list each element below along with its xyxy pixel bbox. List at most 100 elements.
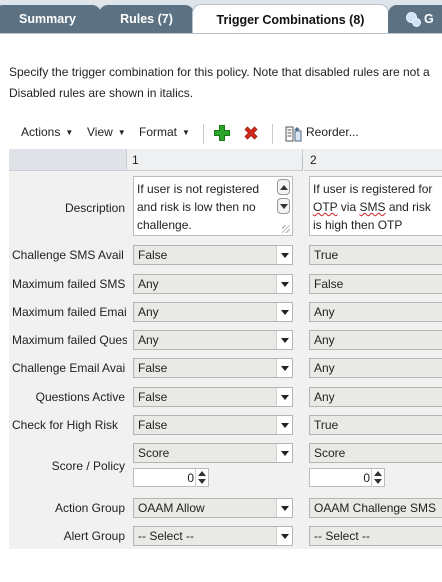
reorder-button[interactable]: Reorder... xyxy=(306,125,359,139)
description-field-2[interactable]: If user is registered for OTP via SMS an… xyxy=(309,176,442,236)
alert-group-select-1[interactable]: -- Select -- xyxy=(133,526,293,546)
action-group-select-1[interactable]: OAAM Allow xyxy=(133,498,293,518)
select-value: Any xyxy=(314,333,335,347)
questions-active-select-2[interactable]: Any xyxy=(309,387,442,407)
spinner-up-icon[interactable] xyxy=(198,471,206,476)
score-policy-select-1[interactable]: Score xyxy=(133,443,293,463)
description-field-1[interactable]: If user is not registered and risk is lo… xyxy=(133,176,293,236)
view-menu[interactable]: View ▼ xyxy=(87,125,126,139)
challenge-email-select-2[interactable]: Any xyxy=(309,358,442,378)
format-menu-label: Format xyxy=(139,125,178,139)
column-header-2-label: 2 xyxy=(310,153,317,167)
row-label-score-policy: Score / Policy xyxy=(51,459,125,473)
alert-group-select-2[interactable]: -- Select -- xyxy=(309,526,442,546)
select-value: Score xyxy=(314,446,346,460)
score-value: 0 xyxy=(363,471,370,485)
score-policy-select-2[interactable]: Score xyxy=(309,443,442,463)
description-scrollbar[interactable] xyxy=(277,179,291,217)
score-input-1[interactable]: 0 xyxy=(133,468,209,487)
chevron-down-icon: ▼ xyxy=(117,127,126,137)
tab-groups-label: G xyxy=(424,12,434,26)
max-failed-email-select-1[interactable]: Any xyxy=(133,302,293,322)
max-failed-questions-select-2[interactable]: Any xyxy=(309,330,442,350)
select-value: False xyxy=(314,277,344,291)
delete-icon[interactable] xyxy=(242,124,260,142)
spinner-buttons[interactable] xyxy=(195,469,208,486)
action-group-select-2[interactable]: OAAM Challenge SMS xyxy=(309,498,442,518)
spinner-down-icon[interactable] xyxy=(198,479,206,484)
challenge-email-select-1[interactable]: False xyxy=(133,358,293,378)
select-value: Any xyxy=(314,361,335,375)
row-label-max-failed-sms: Maximum failed SMS xyxy=(12,277,126,291)
group-icon xyxy=(406,12,421,27)
chevron-down-icon xyxy=(276,359,292,377)
questions-active-select-1[interactable]: False xyxy=(133,387,293,407)
chevron-down-icon xyxy=(276,246,292,264)
tab-groups[interactable]: G xyxy=(388,5,442,33)
select-value: True xyxy=(314,418,339,432)
select-value: Any xyxy=(138,333,159,347)
row-header-corner xyxy=(9,149,127,171)
toolbar-divider xyxy=(203,124,204,144)
chevron-down-icon xyxy=(276,416,292,434)
select-value: False xyxy=(138,248,168,262)
chevron-down-icon xyxy=(276,527,292,545)
select-value: OAAM Challenge SMS xyxy=(314,501,437,515)
chevron-down-icon xyxy=(276,444,292,462)
tab-summary[interactable]: Summary xyxy=(0,5,101,33)
scroll-up-icon[interactable] xyxy=(277,179,290,195)
select-value: Any xyxy=(314,390,335,404)
row-label-max-failed-questions: Maximum failed Ques xyxy=(12,333,127,347)
row-label-challenge-email: Challenge Email Avai xyxy=(12,361,126,375)
tab-summary-label: Summary xyxy=(19,12,76,26)
add-icon[interactable] xyxy=(213,124,231,142)
column-header-1[interactable]: 1 xyxy=(127,149,303,171)
challenge-sms-select-1[interactable]: False xyxy=(133,245,293,265)
spinner-down-icon[interactable] xyxy=(374,479,382,484)
chevron-down-icon xyxy=(276,303,292,321)
format-menu[interactable]: Format ▼ xyxy=(139,125,190,139)
max-failed-email-select-2[interactable]: Any xyxy=(309,302,442,322)
chevron-down-icon xyxy=(276,275,292,293)
row-label-challenge-sms: Challenge SMS Avail xyxy=(12,248,124,262)
resize-grip-icon[interactable] xyxy=(282,225,290,233)
tab-bar: Summary Rules (7) Trigger Combinations (… xyxy=(0,0,442,34)
scroll-down-icon[interactable] xyxy=(277,198,290,214)
score-input-2[interactable]: 0 xyxy=(309,468,385,487)
footer-area xyxy=(0,549,442,582)
challenge-sms-select-2[interactable]: True xyxy=(309,245,442,265)
tab-rules[interactable]: Rules (7) xyxy=(99,5,194,33)
max-failed-sms-select-2[interactable]: False xyxy=(309,274,442,294)
spinner-buttons[interactable] xyxy=(371,469,384,486)
max-failed-questions-select-1[interactable]: Any xyxy=(133,330,293,350)
chevron-down-icon: ▼ xyxy=(182,127,190,137)
trigger-combinations-table: 1 2 Description If user is not registere… xyxy=(9,149,442,549)
content-top-border xyxy=(0,33,442,39)
column-header-2[interactable]: 2 xyxy=(304,149,442,171)
select-value: Any xyxy=(138,305,159,319)
description-2-line: If user is registered for xyxy=(313,182,433,196)
check-high-risk-select-1[interactable]: False xyxy=(133,415,293,435)
chevron-down-icon xyxy=(276,388,292,406)
row-label-alert-group: Alert Group xyxy=(63,529,125,543)
row-label-check-high-risk: Check for High Risk xyxy=(12,418,119,432)
max-failed-sms-select-1[interactable]: Any xyxy=(133,274,293,294)
spinner-up-icon[interactable] xyxy=(374,471,382,476)
view-menu-label: View xyxy=(87,125,113,139)
row-label-description: Description xyxy=(64,201,125,215)
chevron-down-icon xyxy=(276,331,292,349)
actions-menu[interactable]: Actions ▼ xyxy=(21,125,73,139)
check-high-risk-select-2[interactable]: True xyxy=(309,415,442,435)
select-value: -- Select -- xyxy=(138,529,195,543)
tab-trigger-label: Trigger Combinations (8) xyxy=(216,12,365,27)
toolbar-divider xyxy=(272,124,273,144)
select-value: False xyxy=(138,418,168,432)
reorder-icon[interactable] xyxy=(285,125,303,143)
instructions-line-1: Specify the trigger combination for this… xyxy=(9,65,430,79)
tab-trigger-combinations[interactable]: Trigger Combinations (8) xyxy=(192,4,389,34)
select-value: False xyxy=(138,361,168,375)
description-2-line: is high then OTP xyxy=(313,218,403,232)
description-1-line: challenge. xyxy=(137,218,192,232)
chevron-down-icon xyxy=(276,499,292,517)
select-value: OAAM Allow xyxy=(138,501,205,515)
